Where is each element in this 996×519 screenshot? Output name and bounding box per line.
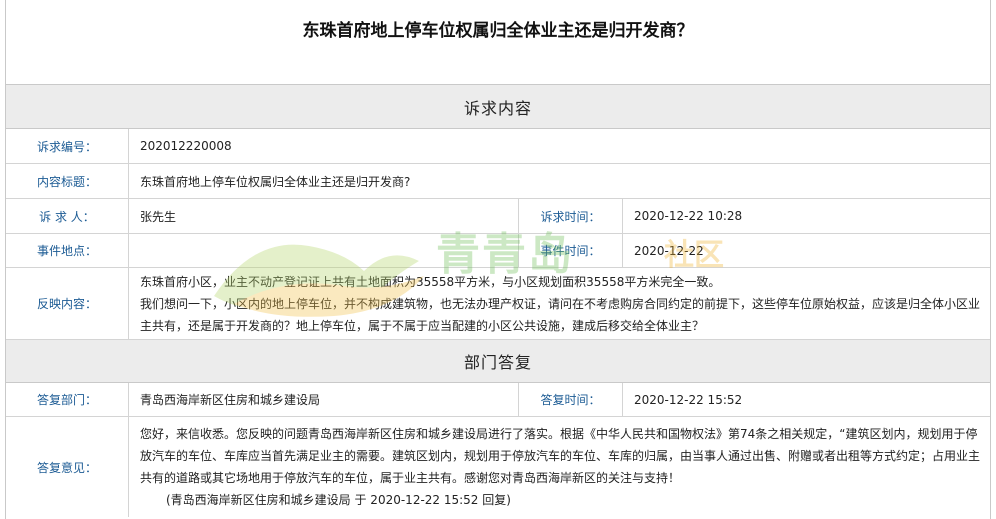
reply-dept-label: 答复部门： xyxy=(6,383,129,416)
page-frame: 东珠首府地上停车位权属归全体业主还是归开发商？ 诉求内容 诉求编号： 20201… xyxy=(5,0,991,519)
opinion-text: 您好，来信收悉。您反映的问题青岛西海岸新区住房和城乡建设局进行了落实。根据《中华… xyxy=(129,417,990,517)
request-time-label: 诉求时间： xyxy=(519,199,623,233)
reply-time-label: 答复时间： xyxy=(519,383,623,416)
opinion-label: 答复意见： xyxy=(6,417,129,517)
content-label: 反映内容： xyxy=(6,268,129,339)
event-time-label: 事件时间： xyxy=(519,234,623,267)
section-header-request: 诉求内容 xyxy=(6,85,990,129)
subject-value: 东珠首府地上停车位权属归全体业主还是归开发商? xyxy=(140,174,411,189)
row-place: 事件地点： 事件时间： 2020-12-22 xyxy=(6,234,990,268)
row-request-id: 诉求编号： 202012220008 xyxy=(6,129,990,164)
section-header-reply: 部门答复 xyxy=(6,340,990,383)
opinion-line: 放汽车的车位、车库应当首先满足业主的需要。建筑区划内，规划用于停放汽车的车位、车… xyxy=(140,449,981,463)
place-label: 事件地点： xyxy=(6,234,129,267)
person-label: 诉 求 人： xyxy=(6,199,129,233)
content-text: 东珠首府小区，业主不动产登记证上共有土地面积为35558平方米，与小区规划面积3… xyxy=(129,268,990,339)
subject-label: 内容标题： xyxy=(6,164,129,198)
person-value: 张先生 xyxy=(129,199,519,233)
page-title: 东珠首府地上停车位权属归全体业主还是归开发商？ xyxy=(302,21,694,41)
row-content: 反映内容： 东珠首府小区，业主不动产登记证上共有土地面积为35558平方米，与小… xyxy=(6,268,990,340)
request-id-label: 诉求编号： xyxy=(6,129,129,163)
row-reply-dept: 答复部门： 青岛西海岸新区住房和城乡建设局 答复时间： 2020-12-22 1… xyxy=(6,383,990,417)
content-line: 主共有，还是属于开发商的？地上停车位，属于不属于应当配建的小区公共设施，建成后移… xyxy=(140,318,705,333)
request-time-value: 2020-12-22 10:28 xyxy=(634,209,743,223)
event-time-value: 2020-12-22 xyxy=(634,243,704,258)
title-block: 东珠首府地上停车位权属归全体业主还是归开发商？ xyxy=(6,0,990,85)
row-person: 诉 求 人： 张先生 诉求时间： 2020-12-22 10:28 xyxy=(6,199,990,234)
content-line: 我们想问一下，小区内的地上停车位，并不构成建筑物，也无法办理产权证，请问在不考虑… xyxy=(140,296,981,311)
row-subject: 内容标题： 东珠首府地上停车位权属归全体业主还是归开发商? xyxy=(6,164,990,199)
row-reply-opinion: 答复意见： 您好，来信收悉。您反映的问题青岛西海岸新区住房和城乡建设局进行了落实… xyxy=(6,417,990,517)
reply-time-value: 2020-12-22 15:52 xyxy=(634,392,743,407)
content-line: 东珠首府小区，业主不动产登记证上共有土地面积为35558平方米，与小区规划面积3… xyxy=(140,274,721,289)
reply-signoff: (青岛西海岸新区住房和城乡建设局 于 2020-12-22 15:52 回复) xyxy=(166,493,511,507)
reply-dept-value: 青岛西海岸新区住房和城乡建设局 xyxy=(129,383,519,416)
place-value xyxy=(129,234,519,267)
opinion-line: 您好，来信收悉。您反映的问题青岛西海岸新区住房和城乡建设局进行了落实。根据《中华… xyxy=(140,427,978,441)
opinion-line: 共有的道路或其它场地用于停放汽车的车位，属于业主共有。感谢您对青岛西海岸新区的关… xyxy=(140,471,681,485)
request-id-value: 202012220008 xyxy=(140,139,232,153)
